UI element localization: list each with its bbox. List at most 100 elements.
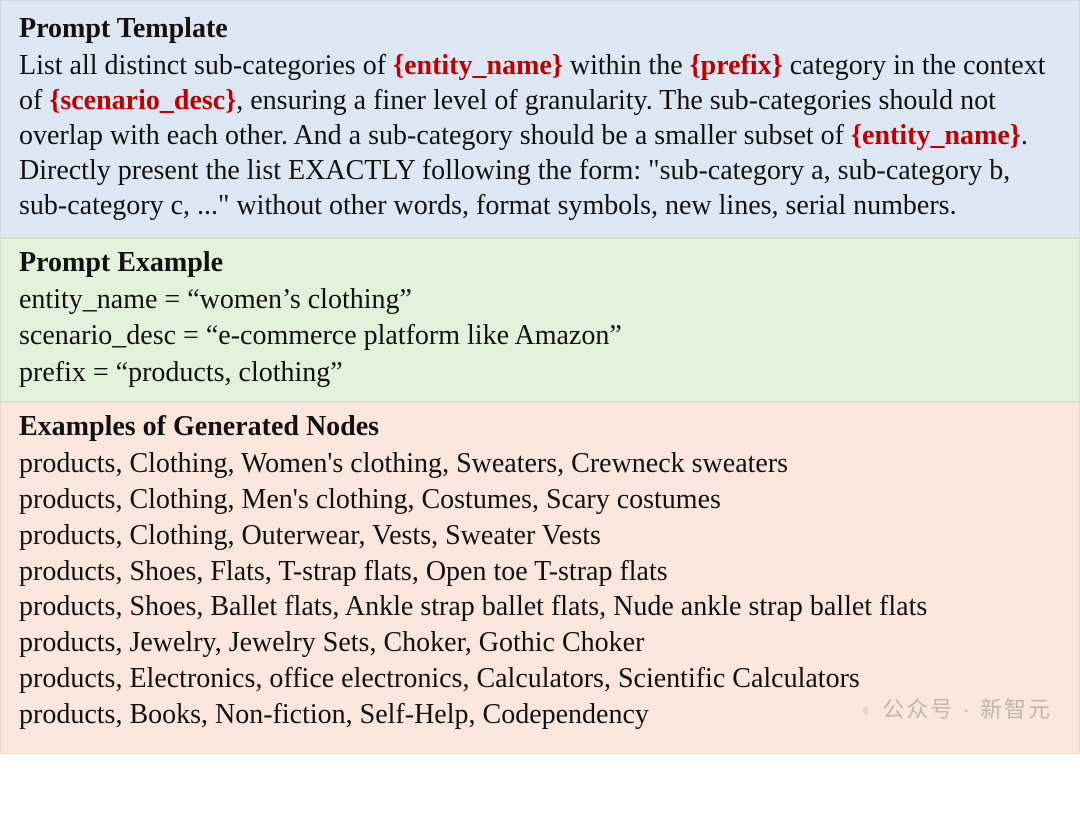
example-var-name: prefix — [19, 357, 86, 388]
node-path-separator: , — [115, 556, 129, 587]
node-path-separator: , — [431, 520, 445, 551]
node-path-separator: , — [412, 556, 426, 587]
placeholder-scenario-desc: {scenario_desc} — [49, 85, 236, 116]
node-path-separator: , — [115, 699, 129, 730]
node-path-segment: Gothic Choker — [479, 627, 645, 658]
node-path-separator: , — [115, 448, 129, 479]
prompt-example-heading: Prompt Example — [19, 245, 1061, 280]
node-path-segment: Shoes — [129, 556, 196, 587]
node-path-segment: Electronics — [129, 663, 255, 694]
node-path-separator: , — [115, 591, 129, 622]
node-path-separator: , — [227, 448, 241, 479]
node-path-segment: Ankle strap ballet flats — [345, 591, 599, 622]
node-path-segment: Clothing — [129, 520, 227, 551]
node-path-separator: , — [265, 556, 279, 587]
node-path-segment: Non-fiction — [215, 699, 346, 730]
equals-sign: = — [157, 284, 187, 315]
node-path-segment: Sweater Vests — [445, 520, 601, 551]
generated-nodes-list: products, Clothing, Women's clothing, Sw… — [19, 446, 1061, 733]
node-path-segment: Self-Help — [360, 699, 469, 730]
equals-sign: = — [176, 320, 206, 351]
generated-nodes-heading: Examples of Generated Nodes — [19, 409, 1061, 444]
node-path-segment: T-strap flats — [278, 556, 412, 587]
example-var-value: “e-commerce platform like Amazon” — [206, 320, 622, 351]
node-path-separator: , — [332, 591, 344, 622]
node-path-segment: products — [19, 556, 115, 587]
prompt-template-body: List all distinct sub-categories of {ent… — [19, 50, 1046, 221]
node-path-segment: Clothing — [129, 484, 227, 515]
node-path-separator: , — [227, 484, 241, 515]
node-path-separator: , — [462, 663, 476, 694]
node-path-separator: , — [358, 520, 372, 551]
node-path-separator: , — [599, 591, 613, 622]
node-path-separator: , — [369, 627, 383, 658]
node-path-segment: products — [19, 484, 115, 515]
node-path-segment: Costumes — [421, 484, 531, 515]
placeholder-prefix: {prefix} — [690, 50, 783, 81]
node-path-line: products, Clothing, Men's clothing, Cost… — [19, 482, 1061, 518]
node-path-segment: products — [19, 520, 115, 551]
node-path-segment: office electronics — [269, 663, 462, 694]
node-path-separator: , — [201, 699, 215, 730]
node-path-separator: , — [115, 520, 129, 551]
node-path-segment: Calculators — [476, 663, 604, 694]
node-path-separator: , — [227, 520, 241, 551]
example-var-value: “women’s clothing” — [187, 284, 412, 315]
example-var-value: “products, clothing” — [116, 357, 343, 388]
placeholder-entity-name-2: {entity_name} — [851, 120, 1021, 151]
example-var-name: entity_name — [19, 284, 157, 315]
node-path-segment: Vests — [372, 520, 431, 551]
node-path-separator: , — [407, 484, 421, 515]
node-path-segment: Nude ankle strap ballet flats — [613, 591, 927, 622]
template-text: List all distinct sub-categories of — [19, 50, 393, 81]
figure-card: Prompt Template List all distinct sub-ca… — [0, 0, 1080, 754]
node-path-separator: , — [532, 484, 546, 515]
node-path-separator: , — [196, 556, 210, 587]
node-path-separator: , — [346, 699, 360, 730]
equals-sign: = — [86, 357, 116, 388]
node-path-separator: , — [196, 591, 210, 622]
node-path-segment: Scary costumes — [546, 484, 721, 515]
node-path-separator: , — [115, 663, 129, 694]
node-path-segment: Open toe T-strap flats — [426, 556, 668, 587]
node-path-segment: Shoes — [129, 591, 196, 622]
prompt-example-panel: Prompt Example entity_name = “women’s cl… — [0, 238, 1080, 402]
prompt-template-heading: Prompt Template — [19, 11, 1061, 46]
node-path-separator: , — [442, 448, 456, 479]
prompt-template-panel: Prompt Template List all distinct sub-ca… — [0, 0, 1080, 238]
node-path-segment: Ballet flats — [210, 591, 332, 622]
generated-nodes-panel: Examples of Generated Nodes products, Cl… — [0, 402, 1080, 754]
example-var-line: entity_name = “women’s clothing” — [19, 282, 1061, 318]
node-path-line: products, Books, Non-fiction, Self-Help,… — [19, 697, 1061, 733]
node-path-segment: Jewelry — [129, 627, 214, 658]
node-path-segment: Books — [129, 699, 201, 730]
node-path-separator: , — [215, 627, 229, 658]
node-path-segment: Jewelry Sets — [229, 627, 370, 658]
example-var-line: scenario_desc = “e-commerce platform lik… — [19, 318, 1061, 354]
node-path-line: products, Electronics, office electronic… — [19, 661, 1061, 697]
node-path-segment: Men's clothing — [241, 484, 407, 515]
placeholder-entity-name: {entity_name} — [393, 50, 563, 81]
template-text: within the — [563, 50, 690, 81]
node-path-segment: Scientific Calculators — [618, 663, 860, 694]
node-path-separator: , — [469, 699, 483, 730]
node-path-segment: products — [19, 591, 115, 622]
node-path-line: products, Clothing, Women's clothing, Sw… — [19, 446, 1061, 482]
node-path-segment: Women's clothing — [241, 448, 442, 479]
node-path-segment: products — [19, 448, 115, 479]
node-path-segment: products — [19, 699, 115, 730]
node-path-line: products, Clothing, Outerwear, Vests, Sw… — [19, 518, 1061, 554]
node-path-line: products, Shoes, Flats, T-strap flats, O… — [19, 554, 1061, 590]
node-path-segment: products — [19, 663, 115, 694]
node-path-segment: Outerwear — [241, 520, 358, 551]
node-path-segment: products — [19, 627, 115, 658]
node-path-segment: Clothing — [129, 448, 227, 479]
node-path-separator: , — [465, 627, 479, 658]
node-path-segment: Flats — [210, 556, 264, 587]
node-path-separator: , — [115, 484, 129, 515]
node-path-segment: Crewneck sweaters — [571, 448, 788, 479]
example-var-name: scenario_desc — [19, 320, 176, 351]
node-path-separator: , — [115, 627, 129, 658]
node-path-segment: Sweaters — [456, 448, 557, 479]
node-path-segment: Codependency — [483, 699, 649, 730]
